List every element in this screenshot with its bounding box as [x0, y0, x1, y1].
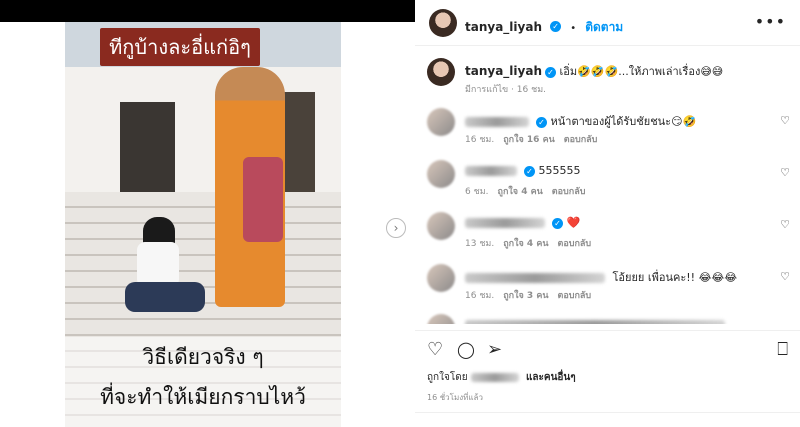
- post-sidebar: tanya_liyah ✓ • ติดตาม ••• tanya_liyah ✓ …: [415, 0, 800, 427]
- verified-icon: ✓: [536, 116, 547, 128]
- author-avatar-small[interactable]: [427, 58, 455, 86]
- blurred-comment-text: [465, 320, 725, 324]
- commenter-avatar[interactable]: [427, 212, 455, 240]
- comment-time: 6 ชม.: [465, 187, 489, 197]
- comment-text: 555555: [538, 164, 581, 177]
- commenter-avatar[interactable]: [427, 314, 455, 324]
- post-photo: ทีกูบ้างละอี่แก่อิๆ วิธีเดียวจริง ๆ ที่จ…: [65, 22, 341, 427]
- post-timestamp: 16 ชั่วโมงที่แล้ว: [427, 393, 483, 402]
- author-avatar[interactable]: [429, 9, 457, 37]
- liked-by-others[interactable]: และคนอื่นๆ: [526, 372, 576, 383]
- blurred-username: [465, 218, 545, 228]
- kneeling-woman: [123, 217, 213, 337]
- comment-text: หน้าตาของผู้ได้รับชัยชนะ😏🤣: [550, 115, 697, 128]
- comment-time: 13 ชม.: [465, 239, 495, 249]
- post-actions-bar: ♡ ◯ ➢ ⎕: [415, 330, 800, 366]
- comment-like-icon[interactable]: ♡: [780, 270, 790, 283]
- add-comment-row[interactable]: [415, 412, 800, 427]
- instagram-post-modal: ทีกูบ้างละอี่แก่อิๆ วิธีเดียวจริง ๆ ที่จ…: [0, 0, 800, 427]
- more-options-icon[interactable]: •••: [755, 12, 786, 31]
- save-icon[interactable]: ⎕: [777, 339, 788, 360]
- comment-item-partial: [415, 314, 800, 324]
- blurred-username: [465, 273, 605, 283]
- comments-list: tanya_liyah ✓ เอิ่ม🤣🤣🤣...ให้ภาพเล่าเรื่อง…: [415, 46, 800, 324]
- liked-by: ถูกใจโดย และคนอื่นๆ: [427, 372, 576, 383]
- caption-meta: มีการแก้ไข · 16 ชม.: [465, 85, 546, 95]
- follow-button[interactable]: ติดตาม: [585, 20, 623, 34]
- comment-item: ✓ ❤️ 13 ชม. ถูกใจ 4 คน ตอบกลับ ♡: [415, 212, 800, 254]
- comment-like-icon[interactable]: ♡: [780, 114, 790, 127]
- caption-username[interactable]: tanya_liyah: [465, 64, 542, 78]
- reply-button[interactable]: ตอบกลับ: [564, 135, 598, 145]
- comment-like-icon[interactable]: ♡: [780, 166, 790, 179]
- top-bar: [0, 0, 415, 22]
- verified-icon: ✓: [545, 66, 556, 78]
- comment-item: ✓ หน้าตาของผู้ได้รับชัยชนะ😏🤣 16 ชม. ถูกใจ…: [415, 108, 800, 150]
- post-header: tanya_liyah ✓ • ติดตาม •••: [415, 0, 800, 46]
- comment-text: ❤️: [566, 216, 581, 229]
- comment-like-icon[interactable]: ♡: [780, 218, 790, 231]
- comment-time: 16 ชม.: [465, 135, 495, 145]
- comment-item: โอ้ยยย เพื่อนคะ!! 😂😂😂 16 ชม. ถูกใจ 3 คน ตอ…: [415, 264, 800, 306]
- author-username[interactable]: tanya_liyah: [465, 20, 542, 34]
- verified-icon: ✓: [524, 165, 535, 177]
- reply-button[interactable]: ตอบกลับ: [558, 239, 592, 249]
- image-caption-top: ทีกูบ้างละอี่แก่อิๆ: [100, 28, 260, 66]
- post-media: ทีกูบ้างละอี่แก่อิๆ วิธีเดียวจริง ๆ ที่จ…: [0, 22, 415, 427]
- share-icon[interactable]: ➢: [487, 339, 502, 360]
- blurred-liker-name: [470, 372, 519, 382]
- verified-icon: ✓: [552, 217, 563, 229]
- blurred-username: [465, 166, 517, 176]
- like-icon[interactable]: ♡: [427, 339, 443, 360]
- comment-likes[interactable]: ถูกใจ 4 คน: [498, 187, 543, 197]
- comment-time: 16 ชม.: [465, 291, 495, 301]
- commenter-avatar[interactable]: [427, 264, 455, 292]
- reply-button[interactable]: ตอบกลับ: [552, 187, 586, 197]
- comment-likes[interactable]: ถูกใจ 4 คน: [503, 239, 548, 249]
- comment-likes[interactable]: ถูกใจ 16 คน: [503, 135, 555, 145]
- verified-icon: ✓: [550, 21, 562, 32]
- caption-text: เอิ่ม🤣🤣🤣...ให้ภาพเล่าเรื่อง😅😅: [559, 65, 724, 78]
- commenter-avatar[interactable]: [427, 160, 455, 188]
- comment-icon[interactable]: ◯: [457, 340, 475, 359]
- comment-item: ✓ 555555 6 ชม. ถูกใจ 4 คน ตอบกลับ ♡: [415, 160, 800, 202]
- caption-comment: tanya_liyah ✓ เอิ่ม🤣🤣🤣...ให้ภาพเล่าเรื่อง…: [415, 58, 800, 98]
- next-image-button[interactable]: ›: [386, 218, 406, 238]
- blurred-username: [465, 117, 529, 127]
- commenter-avatar[interactable]: [427, 108, 455, 136]
- comment-likes[interactable]: ถูกใจ 3 คน: [503, 291, 548, 301]
- comment-text: โอ้ยยย เพื่อนคะ!! 😂😂😂: [612, 271, 738, 284]
- image-caption-bottom: วิธีเดียวจริง ๆ ที่จะทำให้เมียกราบไหว้: [65, 337, 341, 427]
- reply-button[interactable]: ตอบกลับ: [558, 291, 592, 301]
